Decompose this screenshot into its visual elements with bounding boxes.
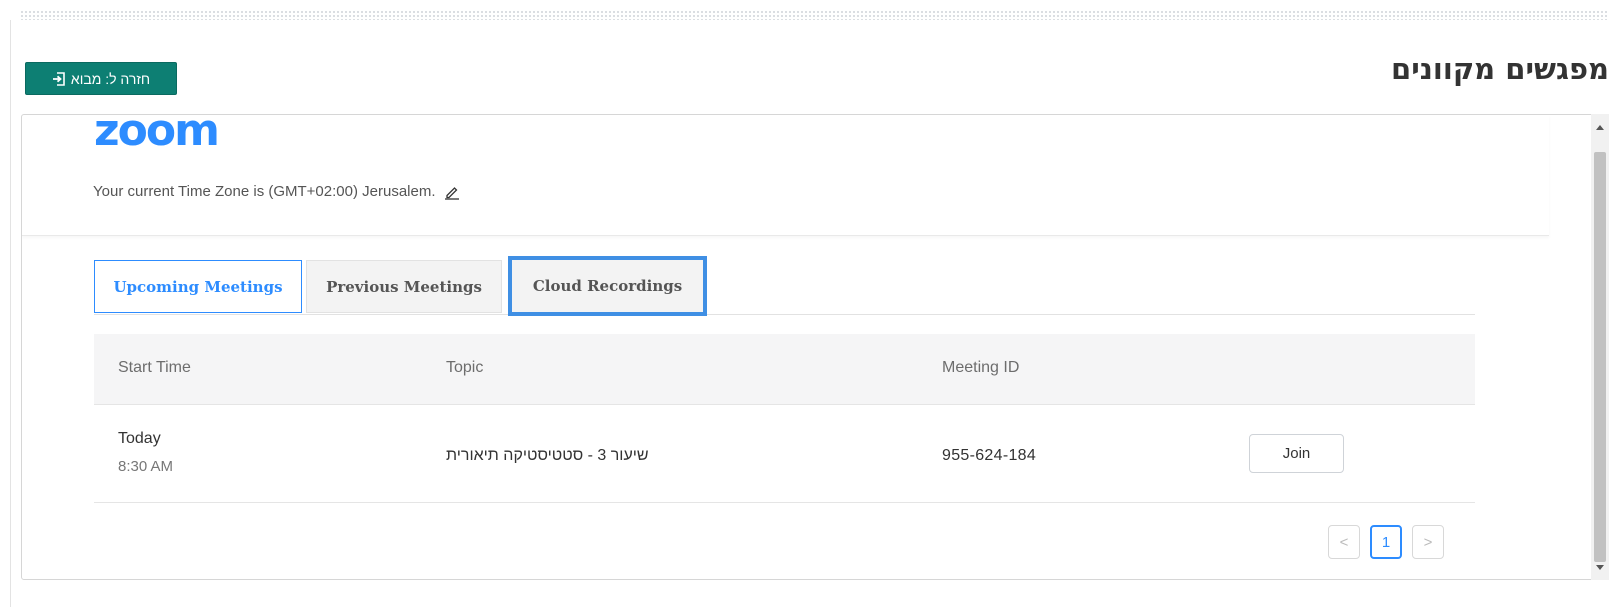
zoom-header: zoom Your current Time Zone is (GMT+02:0…	[22, 115, 1549, 236]
timezone-text: Your current Time Zone is (GMT+02:00) Je…	[93, 183, 436, 200]
pencil-icon[interactable]	[444, 184, 460, 200]
column-topic: Topic	[446, 359, 484, 376]
start-time: 8:30 AM	[118, 458, 174, 475]
decorative-dotted-strip	[20, 10, 1609, 20]
pagination-next-button[interactable]: >	[1412, 525, 1444, 559]
join-button[interactable]: Join	[1249, 434, 1344, 473]
pagination-prev-button[interactable]: <	[1328, 525, 1360, 559]
zoom-embed-frame: zoom Your current Time Zone is (GMT+02:0…	[21, 114, 1609, 580]
table-header: Start Time Topic Meeting ID	[94, 334, 1475, 405]
start-day: Today	[118, 430, 161, 447]
scroll-down-arrow-icon[interactable]	[1591, 559, 1609, 576]
page-left-border	[10, 20, 11, 607]
meeting-tabs: Upcoming Meetings Previous Meetings Clou…	[94, 256, 1475, 316]
column-meeting-id: Meeting ID	[942, 359, 1020, 376]
tab-upcoming-meetings[interactable]: Upcoming Meetings	[94, 260, 302, 313]
meeting-id: 955-624-184	[942, 447, 1037, 464]
zoom-logo: zoom	[94, 114, 220, 156]
meetings-table: Start Time Topic Meeting ID Today 8:30 A…	[94, 334, 1475, 503]
page-title: מפגשים מקוונים	[1391, 52, 1609, 86]
pagination: < 1 >	[1328, 525, 1444, 559]
scrollbar-thumb[interactable]	[1594, 152, 1606, 562]
sign-in-icon	[52, 71, 66, 86]
meeting-topic: שיעור 3 - סטטיסטיקה תיאורית	[446, 447, 649, 464]
vertical-scrollbar[interactable]	[1591, 114, 1609, 580]
scroll-up-arrow-icon[interactable]	[1591, 118, 1609, 135]
back-to-intro-button[interactable]: חזרה ל: מבוא	[25, 62, 177, 95]
pagination-page-1[interactable]: 1	[1370, 525, 1402, 559]
table-row: Today 8:30 AM שיעור 3 - סטטיסטיקה תיאורי…	[94, 405, 1475, 503]
tab-cloud-recordings[interactable]: Cloud Recordings	[508, 256, 707, 316]
timezone-info: Your current Time Zone is (GMT+02:00) Je…	[93, 183, 460, 200]
column-start-time: Start Time	[118, 359, 191, 376]
tab-previous-meetings[interactable]: Previous Meetings	[306, 260, 502, 313]
back-button-label: חזרה ל: מבוא	[70, 70, 151, 87]
